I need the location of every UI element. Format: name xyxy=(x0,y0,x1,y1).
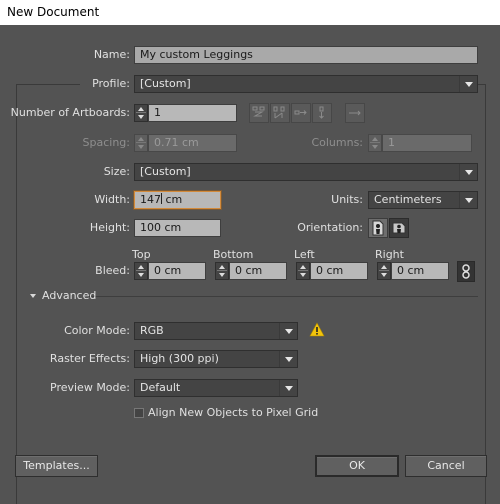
right-to-left-layout-icon[interactable] xyxy=(345,103,365,123)
bleed-bottom-input[interactable]: 0 cm xyxy=(229,262,287,280)
chain-link-icon[interactable] xyxy=(457,261,475,282)
color-mode-value: RGB xyxy=(140,324,164,337)
ok-button[interactable]: OK xyxy=(315,455,399,477)
preview-mode-dropdown[interactable]: Default xyxy=(134,379,298,397)
advanced-divider xyxy=(86,296,478,297)
height-input[interactable]: 100 cm xyxy=(134,219,221,237)
color-mode-dropdown[interactable]: RGB xyxy=(134,322,298,340)
cancel-button[interactable]: Cancel xyxy=(405,455,487,477)
raster-effects-label: Raster Effects: xyxy=(49,352,130,365)
spacing-stepper[interactable] xyxy=(134,134,148,152)
name-label: Name: xyxy=(93,48,130,61)
size-value: [Custom] xyxy=(140,165,191,178)
columns-stepper[interactable] xyxy=(368,134,382,152)
warning-icon xyxy=(309,322,325,338)
chevron-down-icon xyxy=(279,323,297,339)
raster-effects-value: High (300 ppi) xyxy=(140,352,219,365)
pixel-grid-checkbox[interactable] xyxy=(134,408,144,418)
width-unit: cm xyxy=(162,193,183,206)
pixel-grid-label[interactable]: Align New Objects to Pixel Grid xyxy=(148,404,318,422)
columns-input[interactable]: 1 xyxy=(382,134,472,152)
portrait-orientation-button[interactable] xyxy=(368,218,388,238)
bleed-label: Bleed: xyxy=(95,264,130,277)
columns-label: Columns: xyxy=(311,136,363,149)
bleed-left-input[interactable]: 0 cm xyxy=(310,262,368,280)
bleed-top-input[interactable]: 0 cm xyxy=(148,262,206,280)
profile-label: Profile: xyxy=(92,77,130,90)
templates-button[interactable]: Templates... xyxy=(15,455,98,477)
width-value: 147 xyxy=(140,193,161,206)
disclosure-triangle-icon[interactable] xyxy=(28,291,38,301)
chevron-down-icon xyxy=(459,192,477,208)
bleed-bottom-stepper[interactable] xyxy=(215,262,229,280)
new-document-dialog: Name: My custom Leggings Profile: [Custo… xyxy=(0,25,500,504)
name-input[interactable]: My custom Leggings xyxy=(134,46,478,64)
chevron-down-icon xyxy=(459,164,477,180)
bleed-right-input[interactable]: 0 cm xyxy=(391,262,449,280)
size-dropdown[interactable]: [Custom] xyxy=(134,163,478,181)
units-dropdown[interactable]: Centimeters xyxy=(368,191,478,209)
bleed-left-stepper[interactable] xyxy=(296,262,310,280)
artboards-stepper[interactable] xyxy=(134,104,148,122)
spacing-label: Spacing: xyxy=(82,136,130,149)
grid-by-row-icon[interactable] xyxy=(249,103,269,123)
size-label: Size: xyxy=(103,165,130,178)
artboards-label: Number of Artboards: xyxy=(10,106,130,119)
profile-dropdown[interactable]: [Custom] xyxy=(134,75,478,93)
arrange-by-row-icon[interactable] xyxy=(291,103,311,123)
height-label: Height: xyxy=(89,221,130,234)
bleed-top-stepper[interactable] xyxy=(134,262,148,280)
landscape-orientation-button[interactable] xyxy=(389,218,409,238)
window-title: New Document xyxy=(0,0,500,25)
profile-value: [Custom] xyxy=(140,77,191,90)
orientation-label: Orientation: xyxy=(297,221,363,234)
preview-mode-value: Default xyxy=(140,381,181,394)
width-input[interactable]: 147 cm xyxy=(134,191,221,209)
chevron-down-icon xyxy=(279,351,297,367)
preview-mode-label: Preview Mode: xyxy=(50,381,130,394)
bleed-right-stepper[interactable] xyxy=(377,262,391,280)
raster-effects-dropdown[interactable]: High (300 ppi) xyxy=(134,350,298,368)
artboards-input[interactable]: 1 xyxy=(148,104,237,122)
width-label: Width: xyxy=(94,193,130,206)
chevron-down-icon xyxy=(459,76,477,92)
arrange-by-column-icon[interactable] xyxy=(312,103,332,123)
spacing-input[interactable]: 0.71 cm xyxy=(148,134,237,152)
grid-by-column-icon[interactable] xyxy=(270,103,290,123)
units-value: Centimeters xyxy=(374,193,442,206)
color-mode-label: Color Mode: xyxy=(64,324,130,337)
units-label: Units: xyxy=(331,193,363,206)
chevron-down-icon xyxy=(279,380,297,396)
advanced-section-toggle[interactable]: Advanced xyxy=(42,287,96,305)
